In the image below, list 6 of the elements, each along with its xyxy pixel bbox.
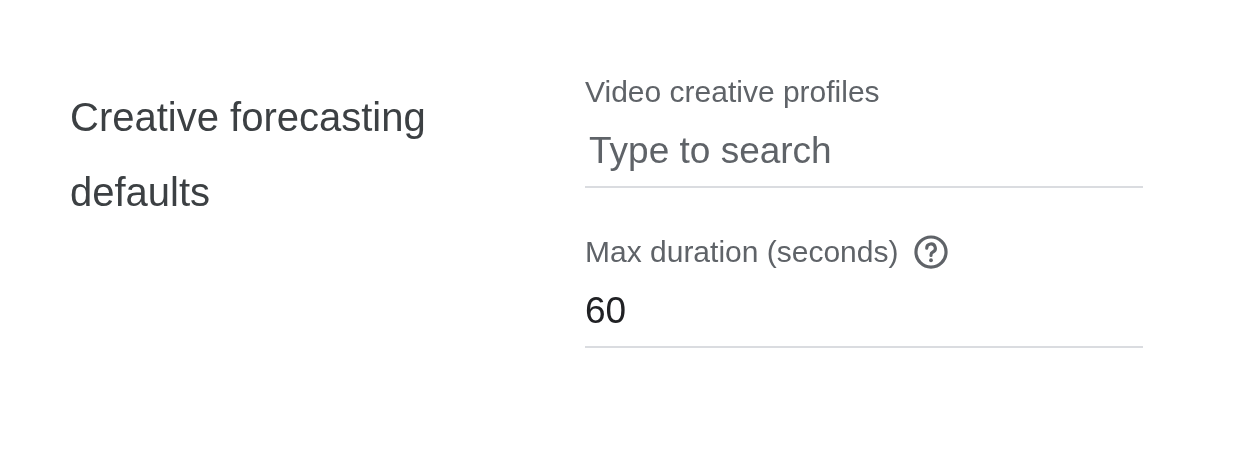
search-field[interactable]: Type to search	[585, 112, 1143, 188]
input-field[interactable]: 60	[585, 272, 1143, 348]
section-title: Creative forecasting defaults	[70, 94, 427, 216]
field-label: Video creative profiles	[585, 75, 880, 109]
help-icon[interactable]	[912, 233, 951, 271]
field-label: Max duration (seconds)	[585, 235, 899, 269]
